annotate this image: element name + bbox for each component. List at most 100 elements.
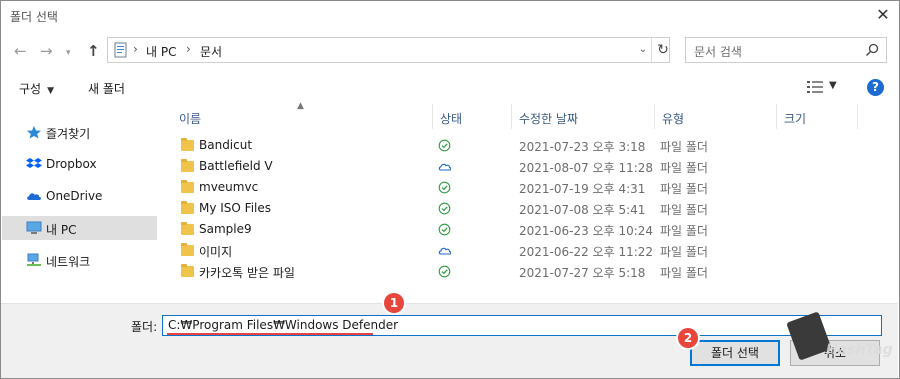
new-folder-button[interactable]: 새 폴더 — [88, 80, 125, 97]
caret-down-icon: ▼ — [47, 86, 55, 96]
file-modified: 2021-07-08 오후 5:41 — [519, 203, 646, 217]
synced-status-icon — [438, 181, 451, 194]
close-icon[interactable]: ✕ — [872, 4, 894, 26]
column-divider[interactable] — [654, 104, 655, 129]
folder-icon — [181, 180, 194, 193]
highlight-underline — [167, 333, 373, 335]
file-name: Battlefield V — [199, 159, 273, 173]
folder-path-value: C:₩Program Files₩Windows Defender — [168, 318, 399, 332]
dropbox-icon — [26, 158, 42, 168]
network-icon — [27, 253, 41, 266]
folder-icon — [181, 264, 194, 277]
synced-status-icon — [438, 202, 451, 215]
file-modified: 2021-07-27 오후 5:18 — [519, 266, 646, 280]
cloud-status-icon — [438, 163, 451, 171]
watermark-text: HashTag — [826, 342, 893, 358]
forward-icon[interactable]: → — [40, 43, 53, 59]
sidebar-item-label: 내 PC — [46, 223, 77, 237]
organize-button[interactable]: 구성 ▼ — [19, 80, 54, 97]
folder-icon — [181, 138, 194, 151]
synced-status-icon — [438, 139, 451, 152]
search-box[interactable]: 문서 검색 — [685, 37, 887, 63]
file-type: 파일 폴더 — [660, 182, 708, 196]
sidebar-item-label: 즐겨찾기 — [46, 127, 91, 141]
column-divider[interactable] — [511, 104, 512, 129]
file-type: 파일 폴더 — [660, 224, 708, 238]
column-divider[interactable] — [857, 104, 858, 129]
file-type: 파일 폴더 — [660, 161, 708, 175]
view-dropdown-icon[interactable]: ▼ — [829, 80, 837, 91]
select-folder-button[interactable]: 폴더 선택 — [690, 340, 780, 366]
sidebar-item-network[interactable]: 네트워크 — [2, 248, 157, 272]
up-icon[interactable]: ↑ — [87, 43, 100, 59]
file-type: 파일 폴더 — [660, 245, 708, 259]
search-icon[interactable] — [864, 42, 880, 58]
step-badge-2: 2 — [678, 328, 698, 348]
synced-status-icon — [438, 265, 451, 278]
file-row[interactable]: Sample9 2021-06-23 오후 10:24 파일 폴더 — [170, 220, 860, 240]
file-modified: 2021-06-23 오후 10:24 — [519, 224, 654, 238]
file-name: 카카오톡 받은 파일 — [199, 266, 295, 280]
sort-ascending-icon: ▲ — [297, 101, 304, 111]
file-name: 이미지 — [199, 245, 233, 259]
refresh-icon[interactable]: ↻ — [656, 39, 670, 61]
sidebar-item-label: OneDrive — [46, 189, 103, 203]
file-modified: 2021-07-23 오후 3:18 — [519, 140, 646, 154]
step-badge-1: 1 — [384, 293, 404, 313]
star-icon — [27, 126, 41, 139]
help-icon[interactable]: ? — [867, 79, 884, 96]
window-title: 폴더 선택 — [10, 10, 58, 24]
file-row[interactable]: 카카오톡 받은 파일 2021-07-27 오후 5:18 파일 폴더 — [170, 262, 860, 282]
column-header-type[interactable]: 유형 — [662, 110, 684, 127]
chevron-right-icon[interactable]: › — [133, 42, 138, 56]
file-row[interactable]: Bandicut 2021-07-23 오후 3:18 파일 폴더 — [170, 136, 860, 156]
folder-icon — [181, 243, 194, 256]
file-name: My ISO Files — [199, 201, 272, 215]
sidebar-item-label: Dropbox — [46, 157, 97, 171]
file-name: Bandicut — [199, 138, 253, 152]
address-divider — [651, 38, 652, 62]
sidebar-item-quick-access[interactable]: 즐겨찾기 — [2, 120, 157, 144]
folder-label: 폴더: — [131, 320, 158, 334]
column-header-modified[interactable]: 수정한 날짜 — [519, 110, 578, 127]
file-name: Sample9 — [199, 222, 252, 236]
cloud-status-icon — [438, 247, 451, 255]
sidebar-item-dropbox[interactable]: Dropbox — [2, 152, 157, 176]
column-header-size[interactable]: 크기 — [784, 110, 806, 127]
file-modified: 2021-08-07 오후 11:28 — [519, 161, 654, 175]
file-name: mveumvc — [199, 180, 259, 194]
chevron-right-icon[interactable]: › — [186, 42, 191, 56]
file-modified: 2021-07-19 오후 4:31 — [519, 182, 646, 196]
synced-status-icon — [438, 223, 451, 236]
sidebar-item-label: 네트워크 — [46, 255, 91, 269]
address-dropdown-icon[interactable]: ⌄ — [636, 38, 650, 62]
documents-icon — [114, 42, 127, 58]
folder-icon — [181, 159, 194, 172]
column-divider[interactable] — [432, 104, 433, 129]
view-options-icon[interactable] — [807, 81, 823, 93]
address-bar[interactable]: › 내 PC › 문서 ⌄ ↻ — [107, 37, 670, 63]
onedrive-icon — [27, 193, 42, 200]
file-row[interactable]: My ISO Files 2021-07-08 오후 5:41 파일 폴더 — [170, 199, 860, 219]
file-row[interactable]: mveumvc 2021-07-19 오후 4:31 파일 폴더 — [170, 178, 860, 198]
sidebar-item-this-pc[interactable]: 내 PC — [2, 216, 157, 240]
sidebar-item-onedrive[interactable]: OneDrive — [2, 184, 157, 208]
file-row[interactable]: Battlefield V 2021-08-07 오후 11:28 파일 폴더 — [170, 157, 860, 177]
pc-icon — [26, 221, 42, 234]
search-input[interactable]: 문서 검색 — [694, 43, 742, 60]
column-divider[interactable] — [776, 104, 777, 129]
file-type: 파일 폴더 — [660, 266, 708, 280]
file-modified: 2021-06-22 오후 11:22 — [519, 245, 654, 259]
column-header-status[interactable]: 상태 — [440, 110, 462, 127]
file-type: 파일 폴더 — [660, 140, 708, 154]
file-row[interactable]: 이미지 2021-06-22 오후 11:22 파일 폴더 — [170, 241, 860, 261]
folder-icon — [181, 222, 194, 235]
breadcrumb-pc[interactable]: 내 PC — [146, 43, 176, 60]
folder-icon — [181, 201, 194, 214]
organize-label: 구성 — [19, 82, 42, 96]
column-header-name[interactable]: 이름 — [179, 110, 201, 127]
recent-locations-icon[interactable]: ▾ — [66, 45, 71, 61]
file-type: 파일 폴더 — [660, 203, 708, 217]
breadcrumb-documents[interactable]: 문서 — [200, 43, 222, 60]
back-icon[interactable]: ← — [14, 43, 27, 59]
